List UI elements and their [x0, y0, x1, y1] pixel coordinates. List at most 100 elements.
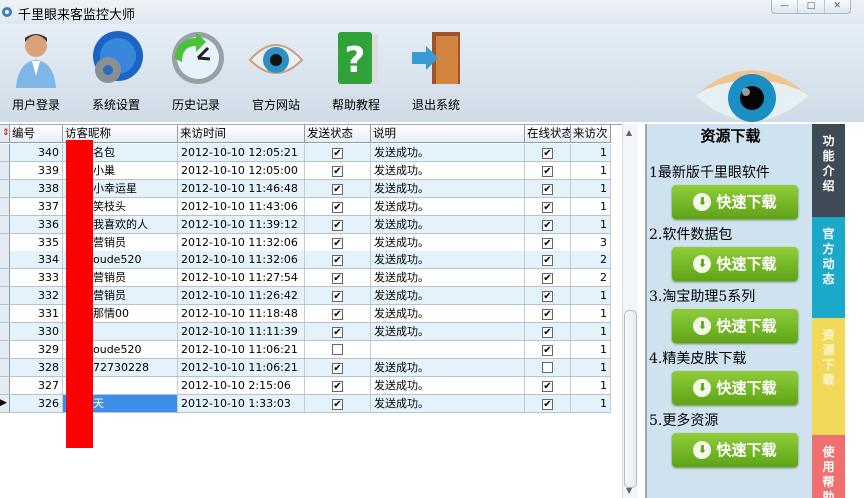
quick-download-button[interactable]: ⬇ 快速下载 [672, 309, 798, 343]
cell-online[interactable]: ✔ [525, 323, 571, 340]
checkbox-sent[interactable]: ✔ [332, 201, 343, 213]
cell-sent[interactable]: ✔ [305, 215, 371, 233]
column-header-note[interactable]: 说明 [371, 125, 525, 143]
checkbox-sent[interactable]: ✔ [332, 273, 343, 285]
cell-sent[interactable]: ✔ [305, 233, 371, 251]
row-indicator[interactable] [0, 305, 10, 323]
checkbox-online[interactable]: ✔ [542, 380, 553, 392]
column-header-online-status[interactable]: 在线状态 [525, 125, 571, 143]
user-login-button[interactable]: 用户登录 [0, 28, 74, 113]
quick-download-button[interactable]: ⬇ 快速下载 [672, 433, 798, 467]
row-indicator[interactable] [0, 287, 10, 305]
column-header-id[interactable]: 编号 [10, 125, 63, 143]
checkbox-online[interactable]: ✔ [542, 201, 553, 213]
cell-sent[interactable]: ✔ [305, 323, 371, 340]
cell-sent[interactable]: ✔ [305, 269, 371, 287]
cell-online[interactable]: ✔ [525, 144, 571, 161]
minimize-button[interactable]: — [772, 0, 799, 13]
row-indicator[interactable] [0, 323, 10, 340]
side-tab[interactable]: 使用帮助 [812, 435, 845, 498]
row-indicator[interactable]: ▶ [0, 394, 10, 412]
row-indicator[interactable] [0, 144, 10, 161]
checkbox-online[interactable]: ✔ [542, 291, 553, 303]
checkbox-sent[interactable]: ✔ [332, 165, 343, 177]
checkbox-sent[interactable]: ✔ [332, 398, 343, 410]
column-header-visit-count[interactable]: 来访次 [571, 125, 611, 143]
cell-sent[interactable]: ✔ [305, 197, 371, 215]
quick-download-button[interactable]: ⬇ 快速下载 [672, 185, 798, 219]
cell-sent[interactable]: ✔ [305, 358, 371, 376]
checkbox-online[interactable]: ✔ [542, 165, 553, 177]
checkbox-online[interactable]: ✔ [542, 309, 553, 321]
cell-sent[interactable]: ✔ [305, 305, 371, 323]
row-indicator[interactable] [0, 340, 10, 358]
row-indicator[interactable] [0, 251, 10, 269]
checkbox-online[interactable]: ✔ [542, 255, 553, 267]
history-button[interactable]: 历史记录 [158, 28, 234, 113]
row-indicator[interactable] [0, 215, 10, 233]
row-indicator[interactable] [0, 358, 10, 376]
scroll-down-icon[interactable]: ▼ [626, 486, 632, 495]
checkbox-sent[interactable]: ✔ [332, 255, 343, 267]
row-indicator[interactable] [0, 179, 10, 197]
column-header-send-status[interactable]: 发送状态 [305, 125, 371, 143]
cell-online[interactable]: ✔ [525, 269, 571, 287]
quick-download-button[interactable]: ⬇ 快速下载 [672, 247, 798, 281]
checkbox-online[interactable]: ✔ [542, 219, 553, 231]
row-indicator[interactable] [0, 161, 10, 179]
checkbox-online[interactable]: ✔ [542, 237, 553, 249]
quick-download-button[interactable]: ⬇ 快速下载 [672, 371, 798, 405]
checkbox-sent[interactable]: ✔ [332, 380, 343, 392]
checkbox-sent[interactable] [332, 343, 343, 355]
system-settings-button[interactable]: 系统设置 [78, 28, 154, 113]
side-tab[interactable]: 功能介绍 [812, 124, 845, 217]
checkbox-online[interactable] [542, 361, 553, 373]
cell-sent[interactable]: ✔ [305, 376, 371, 394]
cell-online[interactable]: ✔ [525, 215, 571, 233]
cell-sent[interactable]: ✔ [305, 287, 371, 305]
cell-sent[interactable]: ✔ [305, 179, 371, 197]
checkbox-online[interactable]: ✔ [542, 344, 553, 356]
cell-sent[interactable]: ✔ [305, 161, 371, 179]
row-indicator[interactable] [0, 197, 10, 215]
checkbox-sent[interactable]: ✔ [332, 219, 343, 231]
scrollbar-thumb[interactable] [624, 310, 637, 488]
cell-online[interactable]: ✔ [525, 394, 571, 412]
maximize-button[interactable]: □ [798, 0, 825, 13]
cell-online[interactable]: ✔ [525, 251, 571, 269]
checkbox-online[interactable]: ✔ [542, 398, 553, 410]
cell-online[interactable] [525, 358, 571, 376]
checkbox-sent[interactable]: ✔ [332, 183, 343, 195]
close-button[interactable]: ✕ [825, 0, 850, 13]
checkbox-sent[interactable]: ✔ [332, 362, 343, 374]
column-header-visit-time[interactable]: 来访时间 [178, 125, 305, 143]
cell-online[interactable]: ✔ [525, 179, 571, 197]
cell-online[interactable]: ✔ [525, 305, 571, 323]
help-tutorial-button[interactable]: ? 帮助教程 [318, 28, 394, 113]
cell-online[interactable]: ✔ [525, 376, 571, 394]
checkbox-online[interactable]: ✔ [542, 148, 553, 159]
checkbox-online[interactable]: ✔ [542, 183, 553, 195]
cell-sent[interactable]: ✔ [305, 251, 371, 269]
side-tab[interactable]: 官方动态 [812, 217, 845, 318]
side-tab[interactable]: 资源下载 [812, 318, 845, 435]
official-site-button[interactable]: 官方网站 [238, 28, 314, 113]
checkbox-sent[interactable]: ✔ [332, 148, 343, 159]
cell-sent[interactable]: ✔ [305, 394, 371, 412]
cell-online[interactable]: ✔ [525, 340, 571, 358]
checkbox-online[interactable]: ✔ [542, 327, 553, 338]
row-indicator[interactable] [0, 376, 10, 394]
checkbox-sent[interactable]: ✔ [332, 327, 343, 338]
cell-sent[interactable]: ✔ [305, 144, 371, 161]
cell-online[interactable]: ✔ [525, 161, 571, 179]
exit-system-button[interactable]: 退出系统 [398, 28, 474, 113]
cell-sent[interactable] [305, 340, 371, 358]
cell-online[interactable]: ✔ [525, 233, 571, 251]
checkbox-sent[interactable]: ✔ [332, 237, 343, 249]
scroll-up-icon[interactable]: ▲ [626, 128, 632, 137]
checkbox-sent[interactable]: ✔ [332, 291, 343, 303]
row-indicator[interactable] [0, 269, 10, 287]
checkbox-online[interactable]: ✔ [542, 273, 553, 285]
row-indicator[interactable] [0, 233, 10, 251]
cell-online[interactable]: ✔ [525, 197, 571, 215]
